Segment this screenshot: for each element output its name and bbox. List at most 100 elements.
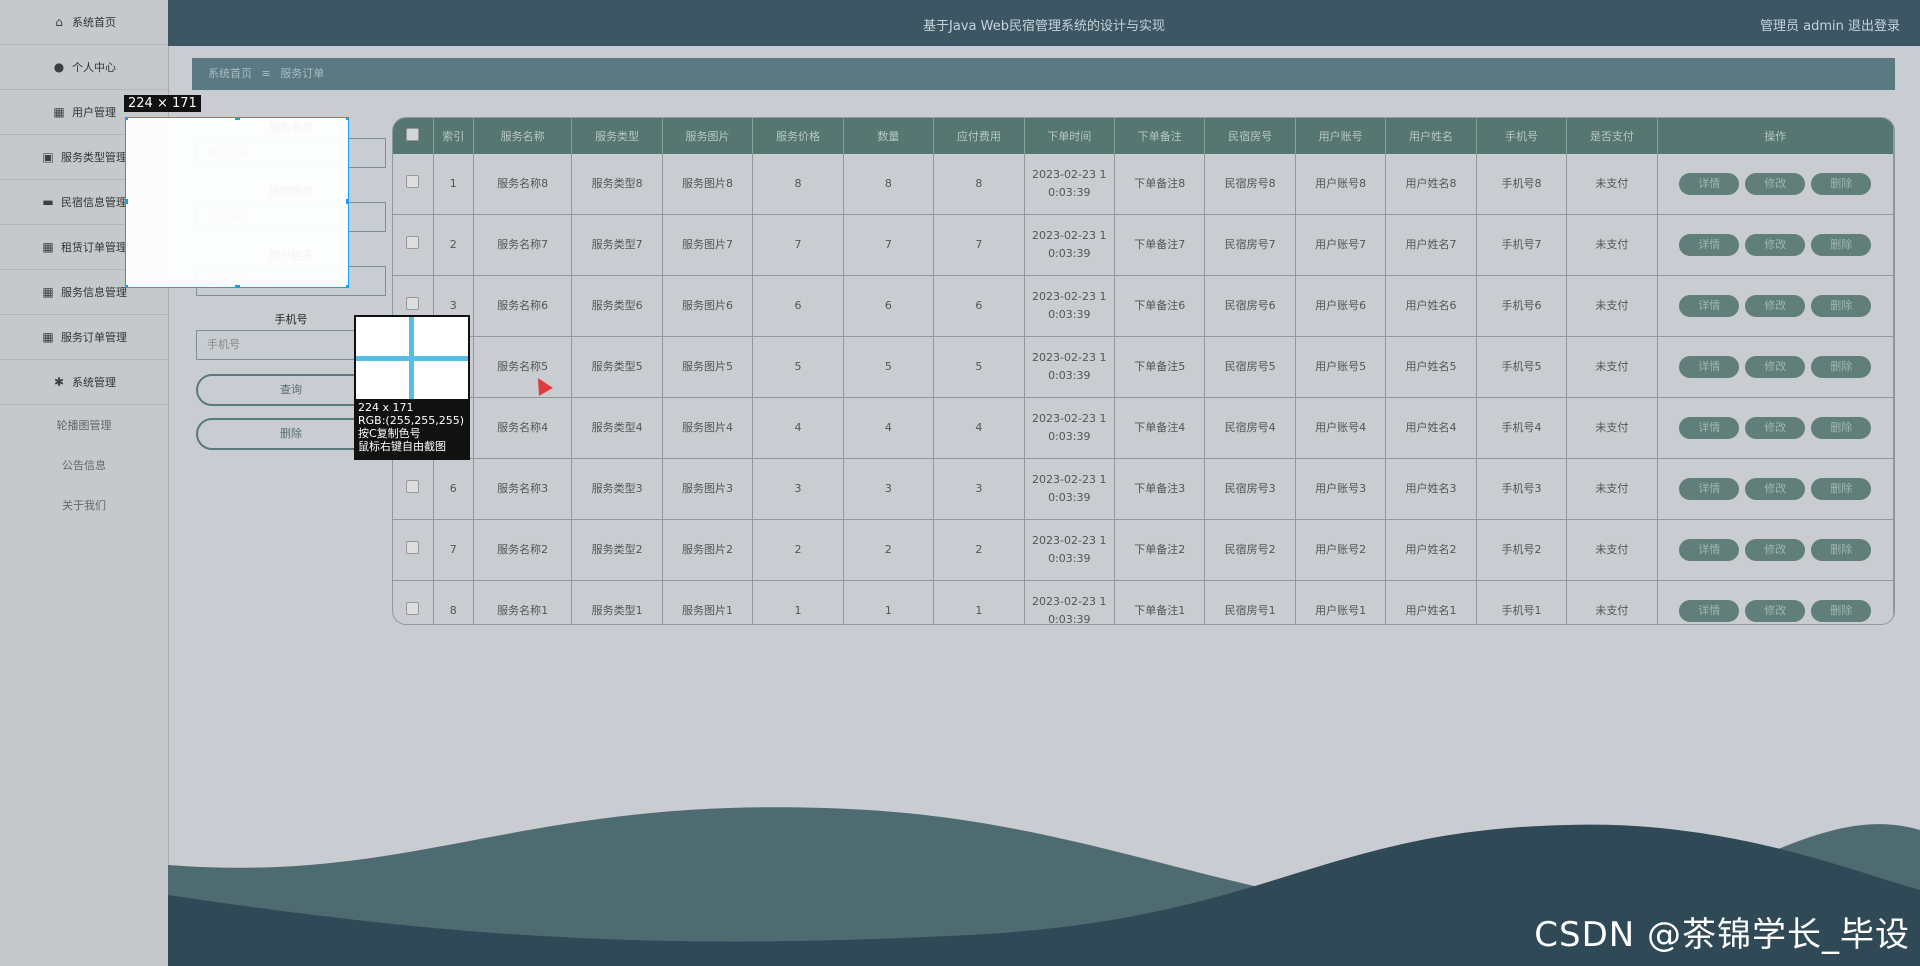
settings-icon: ✱ xyxy=(53,375,65,389)
table-header-row: 索引 服务名称 服务类型 服务图片 服务价格 数量 应付费用 下单时间 下单备注 民宿房号 用户账号… xyxy=(393,118,1894,154)
row-checkbox[interactable] xyxy=(406,540,420,554)
user-icon: ● xyxy=(53,60,65,74)
delete-button[interactable]: 删除 xyxy=(1811,173,1872,195)
cell-acct: 用户账号1 xyxy=(1295,580,1387,624)
delete-button[interactable]: 删除 xyxy=(1811,478,1872,500)
cell-idx: 6 xyxy=(433,458,474,520)
cell-pic: 服务图片8 xyxy=(662,154,754,215)
top-header: 基于Java Web民宿管理系统的设计与实现 管理员 admin 退出登录 xyxy=(168,0,1920,46)
sidebar-item-label: 个人中心 xyxy=(72,61,116,74)
delete-button[interactable]: 删除 xyxy=(1811,356,1872,378)
breadcrumb-home[interactable]: 系统首页 xyxy=(208,67,252,80)
row-actions: 详情 修改 删除 xyxy=(1657,580,1894,624)
row-checkbox[interactable] xyxy=(406,235,420,249)
edit-button[interactable]: 修改 xyxy=(1745,234,1806,256)
delete-button[interactable]: 删除 xyxy=(1811,234,1872,256)
delete-button[interactable]: 删除 xyxy=(1811,295,1872,317)
cell-time: 2023-02-23 1 0:03:39 xyxy=(1024,154,1115,215)
user-logout[interactable]: 管理员 admin 退出登录 xyxy=(1760,15,1900,34)
cell-pic: 服务图片4 xyxy=(662,397,754,459)
edit-button[interactable]: 修改 xyxy=(1745,173,1806,195)
cell-name: 服务名称7 xyxy=(473,214,573,276)
resize-handle[interactable] xyxy=(235,285,240,287)
breadcrumb-current: 服务订单 xyxy=(280,67,325,80)
magnifier-hint-capture: 鼠标右键自由截图 xyxy=(358,440,446,453)
edit-button[interactable]: 修改 xyxy=(1745,295,1806,317)
row-actions: 详情 修改 删除 xyxy=(1657,458,1894,520)
app-title: 基于Java Web民宿管理系统的设计与实现 xyxy=(923,19,1165,34)
resize-handle[interactable] xyxy=(126,118,128,120)
sidebar-item[interactable]: ▦ 服务订单管理 xyxy=(0,315,168,360)
cell-type: 服务类型8 xyxy=(571,154,663,215)
row-select-cell xyxy=(393,214,434,276)
cell-paid: 未支付 xyxy=(1566,397,1658,459)
row-checkbox[interactable] xyxy=(406,479,420,493)
row-checkbox[interactable] xyxy=(406,296,420,310)
capture-selection[interactable] xyxy=(125,117,349,288)
cell-pic: 服务图片1 xyxy=(662,580,754,624)
row-checkbox[interactable] xyxy=(406,174,420,188)
cell-phone: 手机号6 xyxy=(1476,275,1568,337)
sidebar-item[interactable]: ✱ 系统管理 xyxy=(0,360,168,405)
detail-button[interactable]: 详情 xyxy=(1679,234,1740,256)
cell-paid: 未支付 xyxy=(1566,458,1658,520)
crosshair-horizontal xyxy=(356,356,468,361)
delete-button[interactable]: 删除 xyxy=(1811,539,1872,561)
edit-button[interactable]: 修改 xyxy=(1745,356,1806,378)
detail-button[interactable]: 详情 xyxy=(1679,173,1740,195)
briefcase-icon: ▬ xyxy=(42,195,54,209)
home-icon: ⌂ xyxy=(55,15,63,29)
edit-button[interactable]: 修改 xyxy=(1745,539,1806,561)
cell-room: 民宿房号1 xyxy=(1204,580,1296,624)
cell-phone: 手机号7 xyxy=(1476,214,1568,276)
detail-button[interactable]: 详情 xyxy=(1679,478,1740,500)
detail-button[interactable]: 详情 xyxy=(1679,539,1740,561)
watermark: CSDN @茶锦学长_毕设 xyxy=(1534,915,1910,955)
sidebar-item[interactable]: ● 个人中心 xyxy=(0,45,168,90)
resize-handle[interactable] xyxy=(126,285,128,287)
cell-acct: 用户账号3 xyxy=(1295,458,1387,520)
cell-note: 下单备注1 xyxy=(1114,580,1206,624)
magnifier-panel: 224 x 171 RGB:(255,255,255) 按C复制色号 鼠标右键自… xyxy=(354,315,470,460)
sidebar-subitem[interactable]: 关于我们 xyxy=(0,485,168,525)
edit-button[interactable]: 修改 xyxy=(1745,478,1806,500)
row-select-cell xyxy=(393,458,434,520)
delete-button[interactable]: 删除 xyxy=(1811,417,1872,439)
row-select-cell xyxy=(393,154,434,215)
breadcrumb: 系统首页 ≡ 服务订单 xyxy=(192,58,1895,90)
selection-size-badge: 224 × 171 xyxy=(124,95,201,112)
resize-handle[interactable] xyxy=(346,199,348,204)
table-row: 2 服务名称7 服务类型7 服务图片7 7 7 7 2023-02-23 1 0:03:39 下… xyxy=(393,214,1894,276)
resize-handle[interactable] xyxy=(346,285,348,287)
cell-pic: 服务图片6 xyxy=(662,275,754,337)
select-all-header xyxy=(393,118,434,154)
column-header: 数量 xyxy=(843,118,935,154)
edit-button[interactable]: 修改 xyxy=(1745,417,1806,439)
delete-button[interactable]: 删除 xyxy=(1811,600,1872,622)
detail-button[interactable]: 详情 xyxy=(1679,600,1740,622)
cell-note: 下单备注5 xyxy=(1114,336,1206,398)
cell-time: 2023-02-23 1 0:03:39 xyxy=(1024,336,1115,398)
detail-button[interactable]: 详情 xyxy=(1679,356,1740,378)
sidebar-subitem[interactable]: 公告信息 xyxy=(0,445,168,485)
resize-handle[interactable] xyxy=(346,118,348,120)
cell-paid: 未支付 xyxy=(1566,336,1658,398)
resize-handle[interactable] xyxy=(235,118,240,120)
column-header: 索引 xyxy=(433,118,474,154)
detail-button[interactable]: 详情 xyxy=(1679,417,1740,439)
resize-handle[interactable] xyxy=(126,199,128,204)
sidebar-item[interactable]: ⌂ 系统首页 xyxy=(0,0,168,45)
edit-button[interactable]: 修改 xyxy=(1745,600,1806,622)
sidebar-subitem[interactable]: 轮播图管理 xyxy=(0,405,168,445)
cell-paid: 未支付 xyxy=(1566,275,1658,337)
column-header: 操作 xyxy=(1657,118,1894,154)
table-row: 7 服务名称2 服务类型2 服务图片2 2 2 2 2023-02-23 1 0:03:39 下… xyxy=(393,519,1894,581)
select-all-checkbox[interactable] xyxy=(406,128,420,141)
cell-paid: 未支付 xyxy=(1566,519,1658,581)
cell-name: 服务名称3 xyxy=(473,458,573,520)
cell-qty: 8 xyxy=(843,154,935,215)
sidebar-item-label: 服务订单管理 xyxy=(61,331,127,344)
detail-button[interactable]: 详情 xyxy=(1679,295,1740,317)
cell-phone: 手机号5 xyxy=(1476,336,1568,398)
row-checkbox[interactable] xyxy=(406,601,420,615)
